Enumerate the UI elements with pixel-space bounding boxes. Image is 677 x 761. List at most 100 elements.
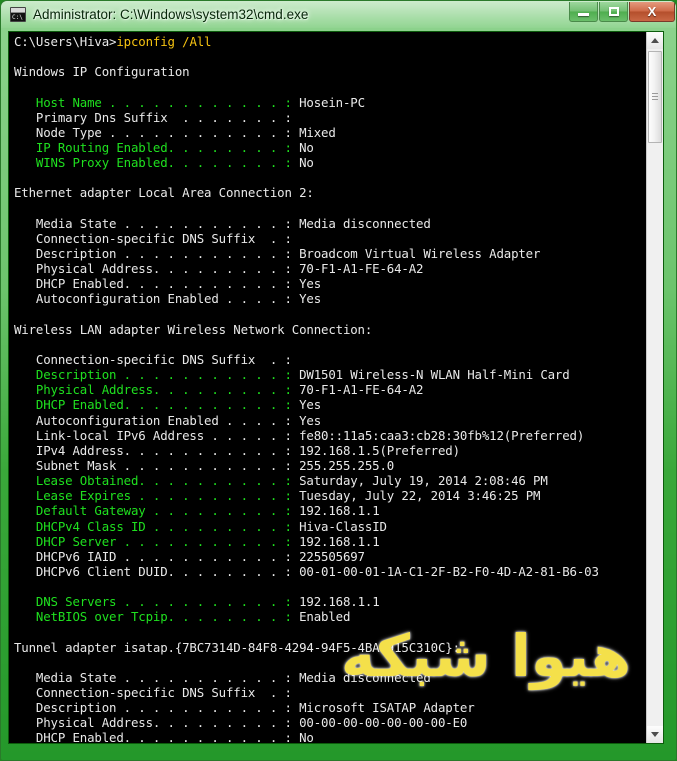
- scroll-up-arrow-icon[interactable]: [647, 32, 663, 49]
- console-line: Description . . . . . . . . . . . : DW15…: [14, 367, 648, 382]
- console-line-value: 192.168.1.1: [299, 594, 380, 610]
- title-bar[interactable]: C:\ Administrator: C:\Windows\system32\c…: [1, 1, 676, 29]
- console-line-value: Saturday, July 19, 2014 2:08:46 PM: [299, 473, 548, 489]
- console-line: Host Name . . . . . . . . . . . . : Hose…: [14, 95, 648, 110]
- close-icon: X: [647, 4, 657, 19]
- console-line: Description . . . . . . . . . . . : Broa…: [14, 246, 648, 261]
- console-line-value: Hosein-PC: [299, 94, 365, 110]
- console-line: NetBIOS over Tcpip. . . . . . . . : Enab…: [14, 609, 648, 624]
- console-line-label: Subnet Mask . . . . . . . . . . . : 255.…: [14, 457, 395, 473]
- console-line-label: IP Routing Enabled. . . . . . . . :: [14, 139, 300, 155]
- console-line: Physical Address. . . . . . . . . : 70-F…: [14, 382, 648, 397]
- console-line-value: No: [299, 139, 314, 155]
- console-line-label: Connection-specific DNS Suffix . :: [14, 230, 300, 246]
- maximize-icon: [600, 2, 627, 21]
- console-area: C:\Users\Hiva>ipconfig /All Windows IP Co…: [8, 31, 664, 744]
- console-line: Lease Obtained. . . . . . . . . . : Satu…: [14, 473, 648, 488]
- cmd-icon-glyph: C:\: [11, 13, 25, 21]
- console-line-label: Description . . . . . . . . . . . :: [14, 367, 300, 383]
- console-line: IP Routing Enabled. . . . . . . . : No: [14, 140, 648, 155]
- console-line-value: Tuesday, July 22, 2014 3:46:25 PM: [299, 488, 541, 504]
- console-line-label: DHCPv6 IAID . . . . . . . . . . . : 2255…: [14, 548, 365, 564]
- console-line-label: NetBIOS over Tcpip. . . . . . . . :: [14, 609, 300, 625]
- console-line-label: Connection-specific DNS Suffix . :: [14, 351, 300, 367]
- console-line-label: Host Name . . . . . . . . . . . . :: [14, 94, 300, 110]
- scroll-down-arrow-icon[interactable]: [647, 726, 663, 743]
- console-line: DHCPv6 Client DUID. . . . . . . . : 00-0…: [14, 564, 648, 579]
- scrollbar-thumb[interactable]: [648, 51, 662, 143]
- console-line-label: Physical Address. . . . . . . . . :: [14, 382, 300, 398]
- console-line: Link-local IPv6 Address . . . . . : fe80…: [14, 428, 648, 443]
- console-line-label: C:\Users\Hiva>: [14, 34, 117, 49]
- console-line-label: Tunnel adapter isatap.{7BC7314D-84F8-429…: [14, 639, 460, 655]
- console-line: Description . . . . . . . . . . . : Micr…: [14, 700, 648, 715]
- console-line: DHCP Server . . . . . . . . . . . : 192.…: [14, 534, 648, 549]
- console-line: DNS Servers . . . . . . . . . . . : 192.…: [14, 594, 648, 609]
- console-line: Physical Address. . . . . . . . . : 70-F…: [14, 261, 648, 276]
- console-line: Autoconfiguration Enabled . . . . : Yes: [14, 413, 648, 428]
- console-line-label: DHCP Enabled. . . . . . . . . . . : No: [14, 730, 314, 743]
- console-line-label: Media State . . . . . . . . . . . : Medi…: [14, 669, 431, 685]
- console-line-value: ipconfig /All: [116, 34, 212, 49]
- minimize-button[interactable]: [569, 2, 598, 22]
- minimize-icon: [570, 2, 597, 21]
- console-line-label: Autoconfiguration Enabled . . . . : Yes: [14, 291, 322, 307]
- console-line: Ethernet adapter Local Area Connection 2…: [14, 185, 648, 200]
- window-controls: X: [568, 2, 675, 24]
- console-line: Subnet Mask . . . . . . . . . . . : 255.…: [14, 458, 648, 473]
- console-line-label: Wireless LAN adapter Wireless Network Co…: [14, 321, 373, 337]
- console-line: IPv4 Address. . . . . . . . . . . : 192.…: [14, 443, 648, 458]
- console-line: DHCP Enabled. . . . . . . . . . . : Yes: [14, 276, 648, 291]
- console-line-label: WINS Proxy Enabled. . . . . . . . :: [14, 155, 300, 171]
- console-line-value: DW1501 Wireless-N WLAN Half-Mini Card: [299, 367, 570, 383]
- console-line: Physical Address. . . . . . . . . : 00-0…: [14, 715, 648, 730]
- console-line-label: Primary Dns Suffix . . . . . . . :: [14, 109, 300, 125]
- console-line: DHCP Enabled. . . . . . . . . . . : No: [14, 730, 648, 743]
- console-line-label: Description . . . . . . . . . . . : Broa…: [14, 245, 541, 261]
- console-line-label: DHCPv6 Client DUID. . . . . . . . : 00-0…: [14, 563, 599, 579]
- console-line: DHCPv4 Class ID . . . . . . . . . : Hiva…: [14, 519, 648, 534]
- console-line-label: Physical Address. . . . . . . . . : 70-F…: [14, 261, 424, 277]
- console-line: DHCP Enabled. . . . . . . . . . . : Yes: [14, 397, 648, 412]
- console-line-label: Default Gateway . . . . . . . . . :: [14, 503, 300, 519]
- console-line: Primary Dns Suffix . . . . . . . :: [14, 110, 648, 125]
- console-line-label: Ethernet adapter Local Area Connection 2…: [14, 185, 314, 201]
- console-line: Node Type . . . . . . . . . . . . : Mixe…: [14, 125, 648, 140]
- cmd-icon: C:\: [10, 7, 26, 22]
- close-button[interactable]: X: [629, 2, 675, 22]
- console-line-label: DNS Servers . . . . . . . . . . . :: [14, 594, 300, 610]
- console-line: Connection-specific DNS Suffix . :: [14, 685, 648, 700]
- vertical-scrollbar[interactable]: [646, 32, 663, 743]
- console-line-label: Autoconfiguration Enabled . . . . : Yes: [14, 412, 322, 428]
- console-line-value: Enabled: [299, 609, 351, 625]
- console-output[interactable]: C:\Users\Hiva>ipconfig /All Windows IP Co…: [9, 32, 648, 743]
- console-line-value: Hiva-ClassID: [299, 518, 387, 534]
- console-line-value: 192.168.1.1: [299, 533, 380, 549]
- console-line-label: Lease Expires . . . . . . . . . . :: [14, 488, 300, 504]
- console-line: C:\Users\Hiva>ipconfig /All: [14, 34, 648, 49]
- window-title: Administrator: C:\Windows\system32\cmd.e…: [33, 7, 309, 22]
- console-line-value: Yes: [299, 397, 322, 413]
- console-line-label: Physical Address. . . . . . . . . : 00-0…: [14, 715, 468, 731]
- console-line-label: Connection-specific DNS Suffix . :: [14, 685, 300, 701]
- console-line: Autoconfiguration Enabled . . . . : Yes: [14, 291, 648, 306]
- console-line: Media State . . . . . . . . . . . : Medi…: [14, 216, 648, 231]
- console-line: Default Gateway . . . . . . . . . : 192.…: [14, 503, 648, 518]
- console-line-value: 70-F1-A1-FE-64-A2: [299, 382, 424, 398]
- console-line-label: Node Type . . . . . . . . . . . . : Mixe…: [14, 124, 336, 140]
- console-line-label: Media State . . . . . . . . . . . : Medi…: [14, 215, 431, 231]
- maximize-button[interactable]: [599, 2, 628, 22]
- console-line-label: Windows IP Configuration: [14, 64, 190, 80]
- console-line: Tunnel adapter isatap.{7BC7314D-84F8-429…: [14, 640, 648, 655]
- console-line-label: Lease Obtained. . . . . . . . . . :: [14, 473, 300, 489]
- console-line: WINS Proxy Enabled. . . . . . . . : No: [14, 155, 648, 170]
- cmd-window: C:\ Administrator: C:\Windows\system32\c…: [0, 0, 677, 761]
- console-line-value: No: [299, 155, 314, 171]
- console-line-label: Description . . . . . . . . . . . : Micr…: [14, 700, 475, 716]
